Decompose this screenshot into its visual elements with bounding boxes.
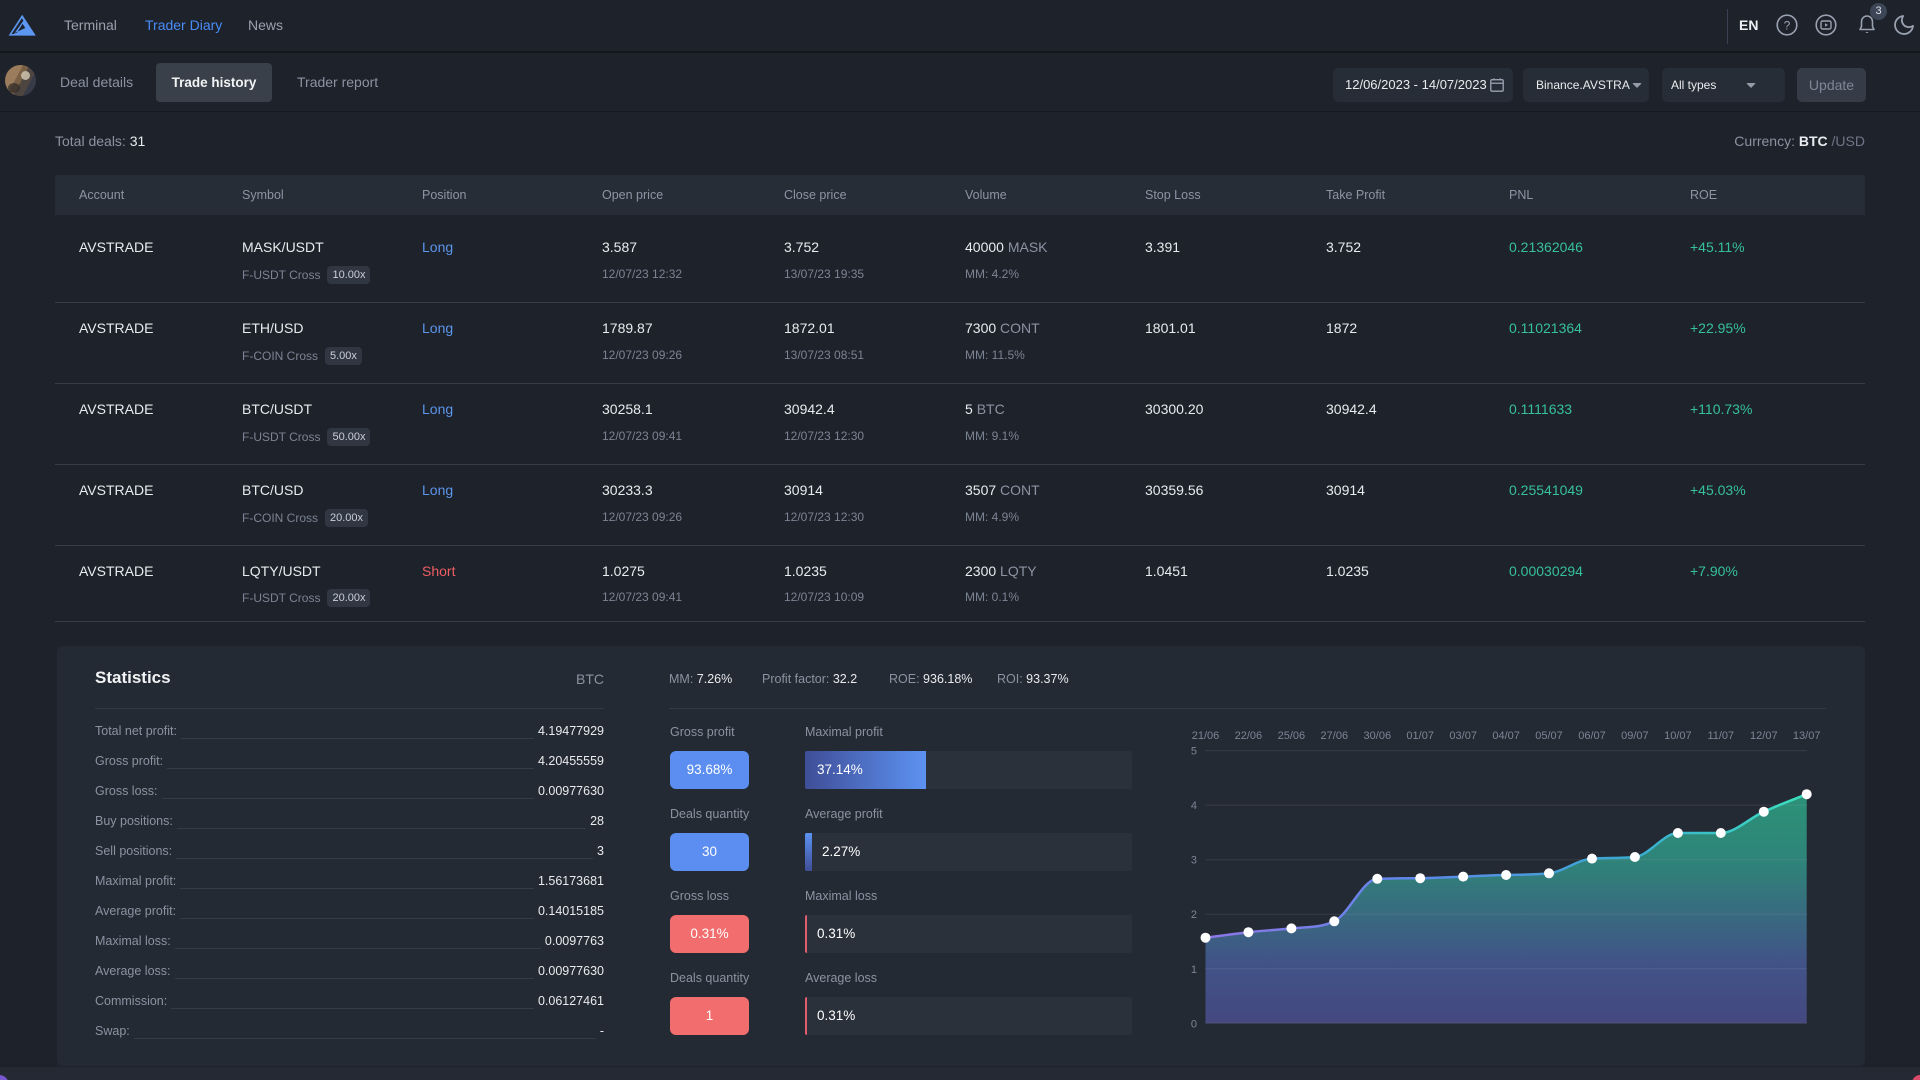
svg-text:30/06: 30/06 [1364,730,1392,742]
svg-text:10/07: 10/07 [1664,730,1692,742]
svg-text:3: 3 [1191,855,1197,867]
svg-text:09/07: 09/07 [1621,730,1649,742]
svg-text:03/07: 03/07 [1449,730,1477,742]
svg-text:13/07: 13/07 [1793,730,1821,742]
svg-text:1: 1 [1191,964,1197,976]
svg-text:0: 0 [1191,1018,1197,1030]
svg-text:22/06: 22/06 [1235,730,1263,742]
svg-text:4: 4 [1191,800,1197,812]
svg-text:2: 2 [1191,909,1197,921]
svg-text:27/06: 27/06 [1321,730,1349,742]
svg-text:04/07: 04/07 [1492,730,1520,742]
svg-text:06/07: 06/07 [1578,730,1606,742]
svg-text:25/06: 25/06 [1278,730,1306,742]
svg-text:21/06: 21/06 [1192,730,1220,742]
svg-text:01/07: 01/07 [1406,730,1434,742]
svg-text:05/07: 05/07 [1535,730,1563,742]
svg-text:12/07: 12/07 [1750,730,1778,742]
svg-text:5: 5 [1191,746,1197,758]
svg-text:11/07: 11/07 [1707,730,1734,742]
